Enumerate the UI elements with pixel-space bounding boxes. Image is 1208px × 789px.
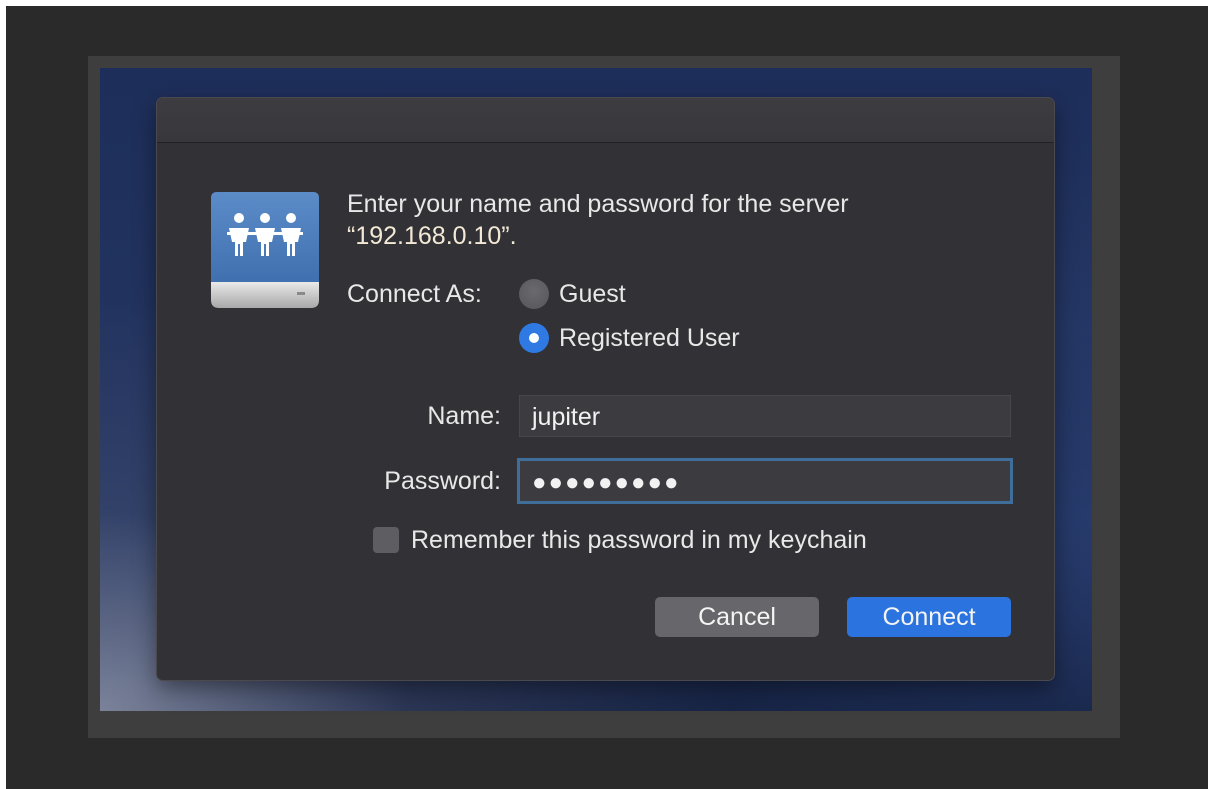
connect-as-label: Connect As:: [347, 280, 482, 308]
remember-password-option[interactable]: Remember this password in my keychain: [373, 524, 867, 556]
remember-password-label: Remember this password in my keychain: [411, 526, 867, 554]
name-field[interactable]: jupiter: [519, 395, 1011, 437]
server-address: “192.168.0.10”.: [347, 222, 517, 250]
prompt-line-1: Enter your name and password for the ser…: [347, 190, 849, 218]
connect-button[interactable]: Connect: [847, 597, 1011, 637]
password-field[interactable]: ●●●●●●●●●: [517, 458, 1013, 504]
registered-user-radio-label: Registered User: [559, 324, 740, 352]
guest-radio-option[interactable]: Guest: [519, 278, 626, 310]
remember-password-checkbox[interactable]: [373, 527, 399, 553]
network-server-icon: [209, 188, 321, 310]
cancel-button[interactable]: Cancel: [655, 597, 819, 637]
guest-radio-button[interactable]: [519, 279, 549, 309]
registered-user-radio-option[interactable]: Registered User: [519, 322, 740, 354]
login-prompt: Enter your name and password for the ser…: [347, 188, 1007, 252]
registered-user-radio-button[interactable]: [519, 323, 549, 353]
server-login-dialog: Enter your name and password for the ser…: [157, 98, 1054, 680]
name-label: Name:: [427, 402, 501, 430]
guest-radio-label: Guest: [559, 280, 626, 308]
password-label: Password:: [384, 467, 501, 495]
dialog-titlebar: [157, 98, 1054, 143]
